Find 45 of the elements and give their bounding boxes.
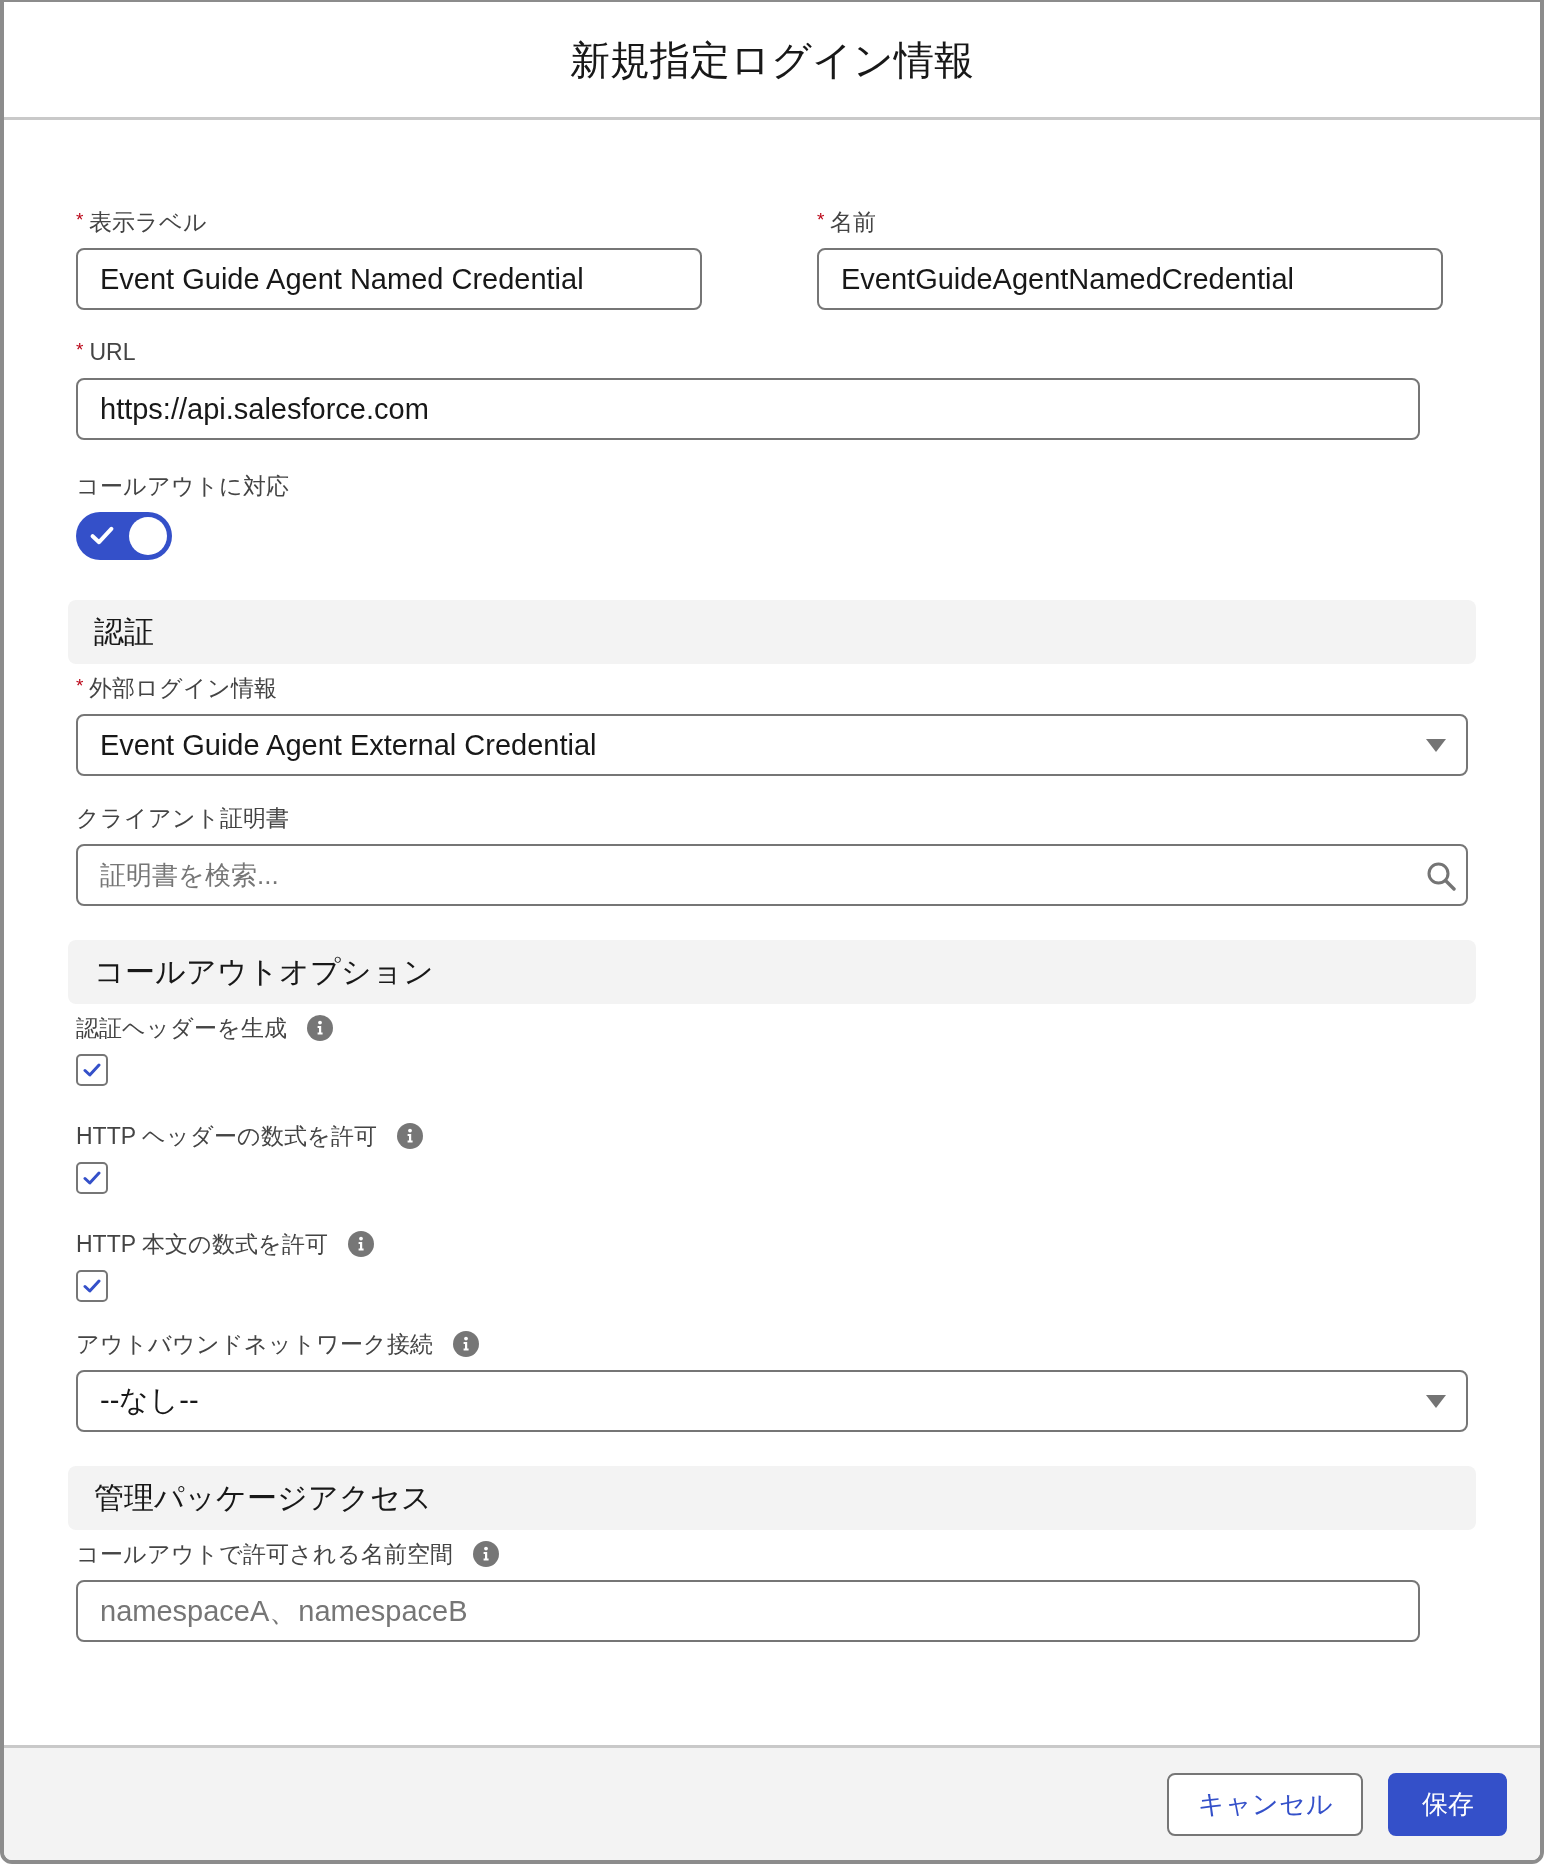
field-label: 表示ラベル xyxy=(89,207,208,237)
field-label: コールアウトで許可される名前空間 xyxy=(76,1539,453,1569)
section-header: 管理パッケージアクセス xyxy=(68,1466,1476,1530)
info-icon[interactable] xyxy=(473,1541,499,1567)
field-label: 名前 xyxy=(830,207,877,237)
field-label: HTTP 本文の数式を許可 xyxy=(76,1229,329,1259)
field-label: URL xyxy=(89,338,136,366)
field-label: コールアウトに対応 xyxy=(76,471,289,501)
info-icon[interactable] xyxy=(453,1331,479,1357)
section-header: コールアウトオプション xyxy=(68,940,1476,1004)
field-label: 外部ログイン情報 xyxy=(89,673,278,703)
required-marker: * xyxy=(76,339,84,361)
checkbox[interactable] xyxy=(76,1270,108,1302)
cancel-button[interactable]: キャンセル xyxy=(1167,1772,1363,1836)
check-icon xyxy=(90,526,114,545)
dialog-title: 新規指定ログイン情報 xyxy=(570,36,974,84)
check-icon xyxy=(83,1279,101,1293)
checkbox[interactable] xyxy=(76,1054,108,1086)
toggle-knob xyxy=(129,517,167,555)
info-icon[interactable] xyxy=(307,1015,333,1041)
save-button[interactable]: 保存 xyxy=(1388,1772,1507,1836)
text-input[interactable]: https://api.salesforce.com xyxy=(76,378,1420,440)
field-label: HTTP ヘッダーの数式を許可 xyxy=(76,1121,378,1151)
check-icon xyxy=(83,1171,101,1185)
required-marker: * xyxy=(76,675,84,697)
caret-icon xyxy=(1426,738,1446,752)
toggle-switch[interactable] xyxy=(76,512,172,560)
required-marker: * xyxy=(76,209,84,231)
section-header: 認証 xyxy=(68,600,1476,664)
required-marker: * xyxy=(817,209,825,231)
checkbox[interactable] xyxy=(76,1162,108,1194)
check-icon xyxy=(83,1063,101,1077)
field-label: アウトバウンドネットワーク接続 xyxy=(76,1329,433,1359)
search-field[interactable]: 証明書を検索... xyxy=(76,844,1468,906)
text-input[interactable]: namespaceA、namespaceB xyxy=(76,1580,1420,1642)
text-input[interactable]: EventGuideAgentNamedCredential xyxy=(817,248,1443,310)
search-icon xyxy=(1426,861,1456,891)
dropdown[interactable]: --なし-- xyxy=(76,1370,1468,1432)
text-input[interactable]: Event Guide Agent Named Credential xyxy=(76,248,702,310)
field-label: 認証ヘッダーを生成 xyxy=(76,1013,287,1043)
dropdown[interactable]: Event Guide Agent External Credential xyxy=(76,714,1468,776)
info-icon[interactable] xyxy=(397,1123,424,1149)
field-label: クライアント証明書 xyxy=(76,803,289,833)
info-icon[interactable] xyxy=(348,1231,375,1257)
caret-icon xyxy=(1426,1394,1446,1408)
